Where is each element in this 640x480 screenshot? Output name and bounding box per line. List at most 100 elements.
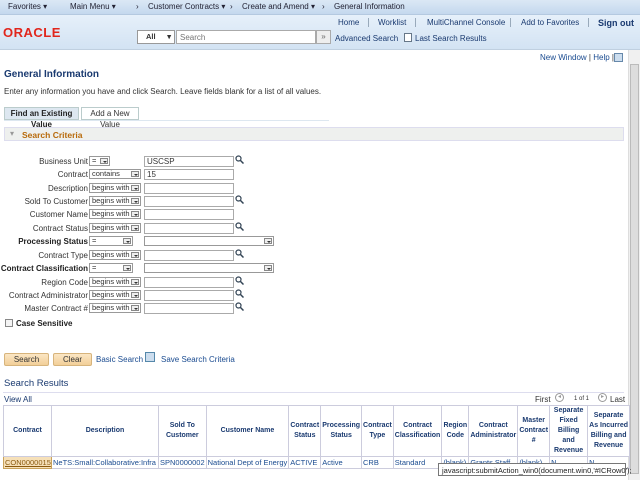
operator-select[interactable]: =: [89, 236, 133, 246]
value-select[interactable]: [144, 263, 274, 273]
help-link[interactable]: Help: [593, 53, 609, 62]
operator-select[interactable]: begins with: [89, 223, 141, 233]
operator-select[interactable]: begins with: [89, 277, 141, 287]
nav-customer-contracts[interactable]: Customer Contracts ▾: [148, 2, 225, 11]
nav-favorites[interactable]: Favorites ▾: [8, 2, 47, 11]
operator-select[interactable]: =: [89, 156, 110, 166]
link-last-search-results[interactable]: Last Search Results: [415, 34, 487, 43]
value-input[interactable]: [144, 183, 234, 194]
operator-select[interactable]: begins with: [89, 183, 141, 193]
table-cell[interactable]: CON0000015: [3, 456, 52, 469]
results-title: Search Results: [4, 378, 69, 389]
table-cell[interactable]: NeTS:Small:Collaborative:Infra: [51, 456, 159, 469]
column-header[interactable]: Sold To Customer: [158, 405, 207, 457]
nav-main-menu[interactable]: Main Menu ▾: [70, 2, 116, 11]
operator-select[interactable]: begins with: [89, 303, 141, 313]
lookup-icon[interactable]: [235, 302, 245, 313]
table-cell[interactable]: SPN0000002: [158, 456, 207, 469]
lookup-icon[interactable]: [235, 155, 245, 166]
field-label: Contract Classification: [0, 264, 88, 273]
link-advanced-search[interactable]: Advanced Search: [335, 34, 398, 43]
column-header[interactable]: Contract Status: [288, 405, 322, 457]
view-all-link[interactable]: View All: [4, 395, 32, 404]
global-search-input[interactable]: [176, 30, 316, 44]
field-label: Processing Status: [18, 237, 88, 246]
column-header[interactable]: Region Code: [441, 405, 470, 457]
collapse-icon: ▾: [10, 129, 15, 138]
search-criteria-header[interactable]: ▾ Search Criteria: [4, 127, 624, 141]
field-label: Customer Name: [29, 210, 88, 219]
operator-select[interactable]: contains: [89, 169, 141, 179]
lookup-icon[interactable]: [235, 249, 245, 260]
lookup-icon[interactable]: [235, 289, 245, 300]
case-sensitive-label: Case Sensitive: [16, 319, 73, 328]
lookup-icon[interactable]: [235, 195, 245, 206]
table-cell[interactable]: ACTIVE: [288, 456, 322, 469]
column-header[interactable]: Separate As Incurred Billing and Revenue: [587, 405, 631, 457]
table-cell[interactable]: Standard: [392, 456, 443, 469]
nav-current-page: General Information: [334, 2, 405, 11]
value-input[interactable]: [144, 290, 234, 301]
search-scope-select[interactable]: All ▾: [137, 30, 175, 44]
column-header[interactable]: Description: [51, 405, 159, 457]
operator-select[interactable]: begins with: [89, 209, 141, 219]
basic-search-link[interactable]: Basic Search: [96, 355, 143, 364]
value-input[interactable]: [144, 250, 234, 261]
scrollbar-thumb[interactable]: [630, 64, 639, 474]
top-nav-bar: Favorites ▾ Main Menu ▾ › Customer Contr…: [0, 0, 640, 15]
value-input[interactable]: [144, 209, 234, 220]
link-add-favorites[interactable]: Add to Favorites: [521, 18, 579, 27]
breadcrumb-sep: ›: [136, 2, 139, 11]
table-cell[interactable]: CRB: [361, 456, 394, 469]
lookup-icon[interactable]: [235, 222, 245, 233]
clear-button[interactable]: Clear: [53, 353, 92, 366]
search-go-button[interactable]: »: [316, 30, 331, 44]
column-header[interactable]: Separate Fixed Billing and Revenue: [549, 405, 589, 457]
value-input[interactable]: [144, 223, 234, 234]
save-criteria-link[interactable]: Save Search Criteria: [161, 355, 235, 364]
link-home[interactable]: Home: [338, 18, 359, 27]
table-cell[interactable]: Active: [320, 456, 363, 469]
operator-select[interactable]: begins with: [89, 250, 141, 260]
field-label: Contract: [57, 170, 88, 179]
last-search-icon: [404, 33, 412, 42]
link-sign-out[interactable]: Sign out: [598, 18, 634, 28]
column-header[interactable]: Contract Type: [361, 405, 394, 457]
value-input[interactable]: 15: [144, 169, 234, 180]
new-window-link[interactable]: New Window: [540, 53, 587, 62]
link-multichannel[interactable]: MultiChannel Console: [427, 18, 505, 27]
operator-select[interactable]: begins with: [89, 196, 141, 206]
column-header[interactable]: Contract Classification: [392, 405, 443, 457]
value-input[interactable]: [144, 303, 234, 314]
operator-select[interactable]: =: [89, 263, 133, 273]
first-label[interactable]: First: [535, 395, 551, 404]
column-header[interactable]: Contract: [3, 405, 52, 457]
tab-find-existing[interactable]: Find an Existing Value: [4, 107, 79, 129]
value-select[interactable]: [144, 236, 274, 246]
tab-add-new[interactable]: Add a New Value: [81, 107, 139, 129]
value-input[interactable]: [144, 277, 234, 288]
next-icon[interactable]: ▸: [598, 393, 607, 402]
column-header[interactable]: Master Contract #: [517, 405, 551, 457]
lookup-icon[interactable]: [235, 276, 245, 287]
column-header[interactable]: Customer Name: [205, 405, 290, 457]
personalize-icon[interactable]: [614, 53, 623, 62]
last-label[interactable]: Last: [610, 395, 625, 404]
table-cell[interactable]: National Dept of Energy: [205, 456, 290, 469]
case-sensitive-checkbox[interactable]: [5, 319, 13, 327]
value-input[interactable]: USCSP: [144, 156, 234, 167]
value-input[interactable]: [144, 196, 234, 207]
prev-icon[interactable]: ◂: [555, 393, 564, 402]
page-title: General Information: [4, 69, 100, 80]
link-worklist[interactable]: Worklist: [378, 18, 406, 27]
column-header[interactable]: Processing Status: [320, 405, 363, 457]
column-header[interactable]: Contract Administrator: [468, 405, 519, 457]
page-links: New Window | Help |: [540, 53, 614, 62]
search-button[interactable]: Search: [4, 353, 49, 366]
operator-select[interactable]: begins with: [89, 290, 141, 300]
nav-create-amend[interactable]: Create and Amend ▾: [242, 2, 315, 11]
results-table: Contract Description Sold To Customer Custo…: [3, 405, 631, 469]
instructions: Enter any information you have and click…: [4, 87, 322, 96]
field-label: Contract Type: [38, 251, 88, 260]
save-criteria-icon: [145, 352, 155, 362]
